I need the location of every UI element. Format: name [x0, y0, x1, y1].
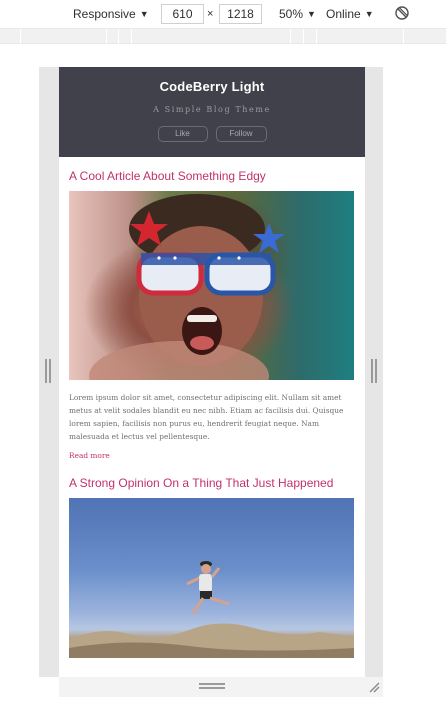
network-throttle-select[interactable]: Online ▼	[326, 5, 374, 23]
article-excerpt: Lorem ipsum dolor sit amet, consectetur …	[69, 393, 344, 441]
article-title[interactable]: A Cool Article About Something Edgy	[69, 169, 355, 183]
network-label: Online	[326, 7, 361, 21]
article-title[interactable]: A Strong Opinion On a Thing That Just Ha…	[69, 476, 355, 490]
device-mode-label: Responsive	[73, 7, 136, 21]
width-input[interactable]: 610	[161, 4, 204, 24]
corner-resize-icon[interactable]	[368, 680, 380, 693]
site-header: CodeBerry Light A Simple Blog Theme Like…	[59, 67, 365, 157]
bottom-resize-handle[interactable]	[199, 683, 225, 689]
emulated-page: CodeBerry Light A Simple Blog Theme Like…	[59, 67, 365, 677]
zoom-label: 50%	[279, 7, 304, 21]
site-tagline: A Simple Blog Theme	[153, 105, 271, 114]
left-resize-handle[interactable]	[45, 359, 51, 383]
site-title[interactable]: CodeBerry Light	[59, 79, 365, 94]
media-query-bar[interactable]	[0, 28, 446, 44]
read-more-link[interactable]: Read more	[69, 451, 355, 460]
child-with-star-glasses-photo[interactable]	[69, 191, 354, 380]
article-card: A Cool Article About Something Edgy Lore…	[59, 157, 365, 460]
like-button[interactable]: Like	[157, 126, 208, 142]
device-toolbar: Responsive ▼ 610 × 1218 50% ▼ Online ▼	[0, 0, 446, 28]
chevron-down-icon: ▼	[307, 9, 316, 19]
times-label: ×	[207, 8, 214, 20]
height-input[interactable]: 1218	[219, 4, 262, 24]
follow-button[interactable]: Follow	[215, 126, 267, 142]
right-resize-handle[interactable]	[371, 359, 377, 383]
article-card: A Strong Opinion On a Thing That Just Ha…	[59, 460, 365, 658]
chevron-down-icon: ▼	[139, 9, 149, 19]
rotate-icon[interactable]	[394, 5, 410, 21]
device-mode-select[interactable]: Responsive ▼	[73, 5, 149, 23]
zoom-select[interactable]: 50% ▼	[279, 5, 316, 23]
chevron-down-icon: ▼	[364, 9, 374, 19]
person-jumping-desert-photo[interactable]	[69, 498, 354, 658]
